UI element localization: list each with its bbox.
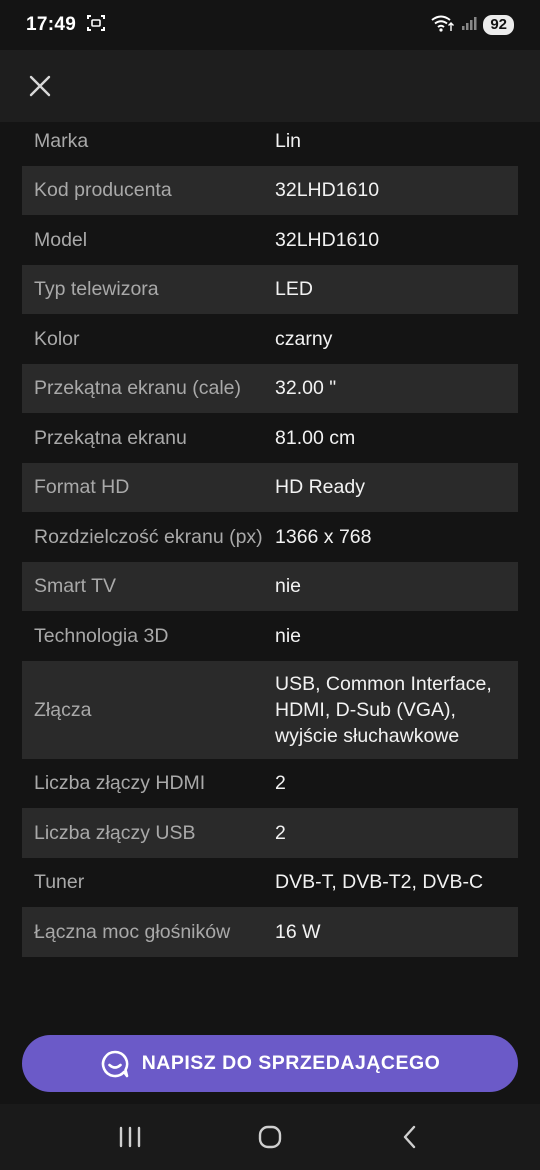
chat-icon xyxy=(101,1050,129,1077)
spec-label: Rozdzielczość ekranu (px) xyxy=(34,525,263,548)
spec-label: Przekątna ekranu xyxy=(34,426,187,449)
battery-indicator: 92 xyxy=(483,15,514,35)
spec-label: Tuner xyxy=(34,871,85,894)
system-nav-bar xyxy=(0,1104,540,1170)
spec-value: 1366 x 768 xyxy=(275,525,372,548)
spec-value: 16 W xyxy=(275,920,321,943)
spec-label: Model xyxy=(34,228,88,251)
spec-value: 2 xyxy=(275,772,286,795)
spec-label: Kolor xyxy=(34,327,80,350)
spec-label: Liczba złączy HDMI xyxy=(34,772,206,795)
spec-row: Przekątna ekranu (cale) 32.00 " xyxy=(22,363,518,413)
signal-icon xyxy=(461,15,477,36)
spec-row: Technologia 3D nie xyxy=(22,611,518,661)
top-bar xyxy=(0,50,540,122)
spec-row: Liczba złączy USB 2 xyxy=(22,808,518,858)
home-icon xyxy=(258,1125,282,1149)
back-button[interactable] xyxy=(380,1112,440,1162)
spec-row: Przekątna ekranu 81.00 cm xyxy=(22,413,518,463)
recents-button[interactable] xyxy=(100,1112,160,1162)
spec-row: Rozdzielczość ekranu (px) 1366 x 768 xyxy=(22,512,518,562)
write-to-seller-button[interactable]: NAPISZ DO SPRZEDAJĄCEGO xyxy=(22,1035,518,1092)
write-to-seller-label: NAPISZ DO SPRZEDAJĄCEGO xyxy=(141,1052,441,1074)
spec-row: Kod producenta 32LHD1610 xyxy=(22,165,518,215)
status-time: 17:49 xyxy=(26,14,77,35)
spec-row: Kolor czarny xyxy=(22,314,518,364)
spec-value: 2 xyxy=(275,821,286,844)
wifi-icon xyxy=(431,14,455,37)
spec-value: HD Ready xyxy=(275,476,365,499)
recents-icon xyxy=(119,1126,141,1148)
home-button[interactable] xyxy=(240,1112,300,1162)
status-left: 17:49 xyxy=(26,14,106,37)
spec-label: Marka xyxy=(34,129,89,152)
spec-label: Liczba złączy USB xyxy=(34,821,196,844)
spec-value: czarny xyxy=(275,327,333,350)
spec-label: Złącza xyxy=(34,698,92,721)
spec-row: Format HD HD Ready xyxy=(22,462,518,512)
spec-label: Smart TV xyxy=(34,575,116,598)
spec-label: Typ telewizora xyxy=(34,278,159,301)
spec-value: DVB-T, DVB-T2, DVB-C xyxy=(275,871,484,894)
back-icon xyxy=(403,1125,416,1149)
spec-row: Liczba złączy HDMI 2 xyxy=(22,759,518,809)
spec-list: Marka Lin Kod producenta 32LHD1610 Model 32LH… xyxy=(22,122,518,957)
spec-value: USB, Common Interface, HDMI, D-Sub (VGA)… xyxy=(275,672,492,747)
spec-row: Model 32LHD1610 xyxy=(22,215,518,265)
spec-value: LED xyxy=(275,278,313,301)
screenshot-icon xyxy=(86,14,106,37)
spec-value: 32LHD1610 xyxy=(275,179,380,202)
specs-table: Marka Lin Kod producenta 32LHD1610 Model 32LH… xyxy=(0,122,540,1022)
status-right: 92 xyxy=(431,14,514,37)
spec-value: Lin xyxy=(275,129,302,152)
spec-row: Typ telewizora LED xyxy=(22,264,518,314)
spec-label: Łączna moc głośników xyxy=(34,920,231,943)
spec-value: nie xyxy=(275,624,302,647)
spec-row: Łączna moc głośników 16 W xyxy=(22,907,518,957)
spec-row: Smart TV nie xyxy=(22,561,518,611)
spec-row: Marka Lin xyxy=(22,122,518,166)
bottom-area: NAPISZ DO SPRZEDAJĄCEGO xyxy=(0,1022,540,1104)
spec-row: Tuner DVB-T, DVB-T2, DVB-C xyxy=(22,858,518,908)
close-icon xyxy=(29,75,51,97)
spec-row: Złącza USB, Common Interface, HDMI, D-Sub… xyxy=(22,660,518,759)
spec-label: Przekątna ekranu (cale) xyxy=(34,377,242,400)
spec-label: Technologia 3D xyxy=(34,624,169,647)
spec-value: 81.00 cm xyxy=(275,426,356,449)
spec-value: 32.00 " xyxy=(275,377,337,400)
spec-label: Format HD xyxy=(34,476,130,499)
spec-value: 32LHD1610 xyxy=(275,228,380,251)
status-bar: 17:49 92 xyxy=(0,0,540,50)
close-button[interactable] xyxy=(26,72,54,100)
spec-value: nie xyxy=(275,575,302,598)
spec-label: Kod producenta xyxy=(34,179,172,202)
